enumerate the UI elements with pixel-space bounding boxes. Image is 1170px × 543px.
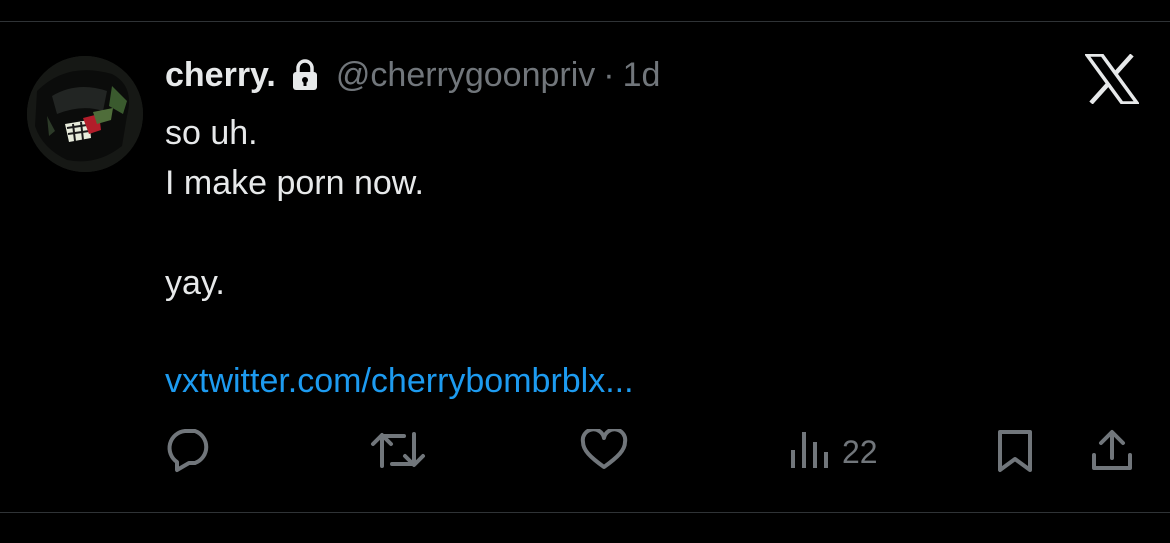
bookmark-icon [996,428,1034,479]
tweet-link[interactable]: vxtwitter.com/cherrybombrblx... [165,356,634,406]
tweet-text-line: I make porn now. [165,164,424,202]
heart-icon [580,427,628,476]
bookmark-button[interactable] [996,428,1034,479]
bottom-divider [0,512,1170,513]
timestamp[interactable]: 1d [623,56,661,95]
views-count: 22 [842,434,878,470]
top-divider [0,21,1170,22]
tweet-text-line: so uh. [165,114,258,152]
separator-dot: · [603,55,615,94]
lock-icon [292,59,318,91]
tweet-header: cherry. @cherrygoonpriv · 1d [165,53,660,97]
avatar[interactable] [27,56,143,172]
share-icon [1089,428,1135,477]
user-handle[interactable]: @cherrygoonpriv [336,56,595,95]
retweet-button[interactable] [370,428,426,477]
like-button[interactable] [580,427,628,476]
reply-button[interactable] [165,427,215,478]
share-button[interactable] [1089,428,1135,477]
x-logo-icon [1083,53,1141,105]
tweet-text-line: yay. [165,264,225,302]
display-name[interactable]: cherry. [165,56,276,95]
tweet-text: so uh. I make porn now. yay. [165,108,424,308]
views-button[interactable]: 22 [788,428,878,477]
views-icon [788,428,830,477]
tweet-text-line [165,208,424,258]
reply-icon [165,427,215,478]
retweet-icon [370,428,426,477]
